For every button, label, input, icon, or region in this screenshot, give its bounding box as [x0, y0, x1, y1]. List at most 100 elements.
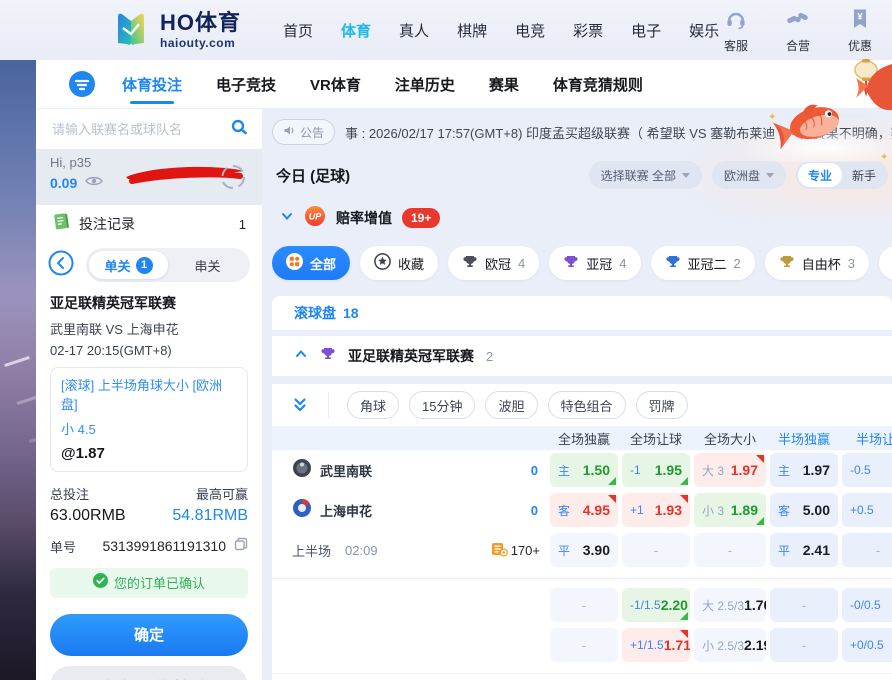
sub-nav: 体育投注 电子竞技 VR体育 注单历史 赛果 体育竞猜规则 — [36, 60, 892, 108]
refresh-icon[interactable] — [218, 162, 248, 197]
league-section-header[interactable]: 亚足联精英冠军联赛 2 — [272, 336, 892, 376]
odds-cell[interactable]: -1/1.52.20 — [622, 588, 690, 622]
search-input[interactable] — [50, 121, 230, 138]
odds-cell[interactable]: 客4.95 — [550, 493, 618, 527]
tab-parlay[interactable]: 串关 — [168, 251, 247, 279]
column-header-全场让球: 全场让球 — [622, 429, 690, 448]
odds-cell[interactable]: 客5.00 — [770, 493, 838, 527]
odds-cell[interactable]: 大 2.5/31.70 — [694, 588, 766, 622]
bet-record-row[interactable]: 投注记录 1 — [36, 205, 262, 243]
no-odds-dash: - — [702, 543, 758, 558]
more-markets[interactable]: 170+ — [491, 541, 540, 560]
boost-label: 赔率增值 — [336, 208, 392, 228]
team-score: 0 — [531, 503, 538, 518]
slip-time: 02-17 20:15(GMT+8) — [50, 343, 248, 358]
mode-novice[interactable]: 新手 — [842, 163, 886, 187]
star-icon — [374, 253, 391, 273]
nav-item-彩票[interactable]: 彩票 — [573, 20, 603, 41]
trophy-icon — [665, 254, 681, 273]
odds-value: 1.97 — [803, 462, 830, 478]
odds-line: 客 — [558, 502, 570, 519]
odds-cell[interactable]: -0/0.5 — [842, 588, 892, 622]
odds-type-dropdown[interactable]: 欧洲盘 — [712, 161, 786, 189]
market-chip-特色组合[interactable]: 特色组合 — [548, 391, 626, 419]
odds-cell[interactable]: 小 31.89 — [694, 493, 766, 527]
nav-item-体育[interactable]: 体育 — [341, 20, 371, 41]
odds-cell[interactable]: -11.95 — [622, 453, 690, 487]
league-chip-亚冠二[interactable]: 亚冠二2 — [651, 246, 755, 280]
double-chevron-icon[interactable] — [272, 396, 328, 414]
league-chip-收藏[interactable]: 收藏 — [360, 246, 438, 280]
announcement-text: 事 : 2026/02/17 17:57(GMT+8) 印度孟买超级联赛（ 希望… — [345, 123, 892, 142]
odds-cell[interactable]: 主1.97 — [770, 453, 838, 487]
nav-item-电子[interactable]: 电子 — [631, 20, 661, 41]
back-icon[interactable] — [48, 250, 74, 281]
confirm-button[interactable]: 确定 — [50, 614, 248, 656]
brand-logo[interactable]: HO体育 haiouty.com — [110, 7, 241, 54]
subnav-item-体育竞猜规则[interactable]: 体育竞猜规则 — [553, 74, 643, 95]
headset-icon — [724, 8, 748, 35]
odds-grid: 武里南联0主1.50-11.95大 31.97主1.97-0.5上海申花0客4.… — [272, 450, 892, 680]
league-chip-欧冠[interactable]: 欧冠4 — [448, 246, 539, 280]
quick-link-合营[interactable]: 合营 — [774, 8, 822, 54]
odds-cell[interactable]: +1/1.51.71 — [622, 628, 690, 662]
eye-icon[interactable] — [85, 174, 103, 192]
tab-single[interactable]: 单关 1 — [89, 251, 168, 279]
odds-cell[interactable]: +11.93 — [622, 493, 690, 527]
subnav-items: 体育投注 电子竞技 VR体育 注单历史 赛果 体育竞猜规则 — [122, 74, 643, 95]
league-chip-亚冠[interactable]: 亚冠4 — [549, 246, 640, 280]
odds-cell[interactable]: +0/0.5 — [842, 628, 892, 662]
search-icon[interactable] — [230, 118, 248, 141]
league-chip-全部[interactable]: 全部 — [272, 246, 350, 280]
league-chip-英冠[interactable]: 英冠2 — [879, 246, 892, 280]
mode-pro[interactable]: 专业 — [798, 163, 842, 187]
odds-cell[interactable]: -0.5 — [842, 453, 892, 487]
quick-links: 客服合营 ¥ 优惠 — [712, 8, 884, 54]
odds-cell[interactable]: +0.5 — [842, 493, 892, 527]
odds-line: -1 — [630, 463, 641, 477]
subnav-item-电子竞技[interactable]: 电子竞技 — [216, 74, 276, 95]
chevron-down-icon[interactable] — [280, 209, 294, 228]
odds-value: 2.19 — [744, 637, 766, 653]
odds-cell[interactable]: 平2.41 — [770, 533, 838, 567]
quick-link-客服[interactable]: 客服 — [712, 8, 760, 54]
trophy-icon — [563, 254, 579, 273]
coupon-icon: ¥ — [850, 8, 870, 35]
market-chip-波胆[interactable]: 波胆 — [485, 391, 537, 419]
chevron-down-icon — [682, 173, 690, 178]
keep-selection-button[interactable]: 保留选项，继续投注 — [50, 666, 248, 680]
brand-logo-icon — [110, 7, 152, 54]
live-count: 18 — [343, 305, 359, 321]
live-strip: 滚球盘 18 — [272, 296, 892, 330]
odds-cell[interactable]: 大 31.97 — [694, 453, 766, 487]
market-chip-15分钟[interactable]: 15分钟 — [409, 391, 475, 419]
subnav-item-注单历史[interactable]: 注单历史 — [395, 74, 455, 95]
quick-link-优惠[interactable]: ¥ 优惠 — [836, 8, 884, 54]
subnav-item-赛果[interactable]: 赛果 — [489, 74, 519, 95]
nav-item-棋牌[interactable]: 棋牌 — [457, 20, 487, 41]
league-chip-自由杯[interactable]: 自由杯3 — [765, 246, 869, 280]
quick-link-label: 优惠 — [848, 37, 872, 54]
market-chip-罚牌[interactable]: 罚牌 — [636, 391, 688, 419]
nav-item-首页[interactable]: 首页 — [283, 20, 313, 41]
subnav-item-体育投注[interactable]: 体育投注 — [122, 74, 182, 95]
chevron-up-icon[interactable] — [294, 347, 308, 366]
odds-cell[interactable]: 小 2.5/32.19 — [694, 628, 766, 662]
league-chips-row: 全部收藏欧冠4 亚冠4 亚冠二2 自由杯3 英冠2 — [272, 246, 892, 284]
team-badge — [292, 498, 312, 523]
copy-icon[interactable] — [234, 537, 248, 556]
odds-line: +1 — [630, 503, 644, 517]
nav-item-电竞[interactable]: 电竞 — [515, 20, 545, 41]
odds-cell[interactable]: 主1.50 — [550, 453, 618, 487]
odds-line: -0.5 — [850, 463, 871, 477]
nav-item-真人[interactable]: 真人 — [399, 20, 429, 41]
league-filter-dropdown[interactable]: 选择联赛 全部 — [589, 161, 702, 189]
odds-cell[interactable]: 平3.90 — [550, 533, 618, 567]
market-chip-角球[interactable]: 角球 — [347, 391, 399, 419]
odds-value: 5.00 — [803, 502, 830, 518]
announcement-pill[interactable]: 公告 — [272, 119, 335, 145]
filter-lines-icon[interactable] — [68, 70, 96, 98]
section-league-name: 亚足联精英冠军联赛 — [348, 346, 474, 366]
boost-row[interactable]: UP 赔率增值 19+ — [280, 203, 440, 233]
subnav-item-VR体育[interactable]: VR体育 — [310, 74, 361, 95]
